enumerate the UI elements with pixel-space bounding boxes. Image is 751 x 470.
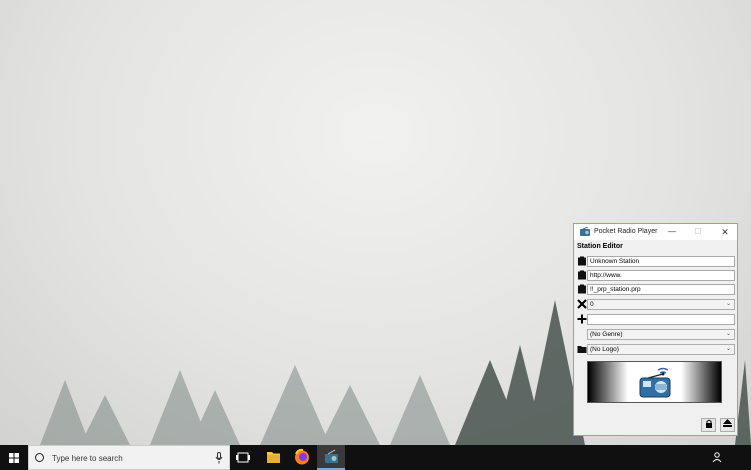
firefox-icon[interactable] [288,445,316,470]
eject-icon [723,419,732,427]
taskbar: Type here to search [0,445,751,470]
lock-icon [705,419,712,428]
search-placeholder: Type here to search [52,454,123,463]
section-title: Station Editor [577,243,623,250]
maximize-button[interactable]: ☐ [690,226,706,238]
station-name-field[interactable]: Unknown Station [587,256,735,267]
clipboard-icon[interactable] [577,270,587,280]
logo-select[interactable]: (No Logo) ⌄ [587,344,735,355]
chevron-down-icon: ⌄ [725,331,731,337]
taskbar-search[interactable]: Type here to search [28,445,230,470]
radio-logo-image [639,367,671,398]
lock-button[interactable] [701,418,716,432]
file-explorer-icon[interactable] [259,445,287,470]
title-bar[interactable]: Pocket Radio Player — ☐ ✕ [574,224,737,240]
number-select[interactable]: 0 ⌄ [587,299,735,310]
station-url-field[interactable]: http://www. [587,270,735,281]
chevron-down-icon: ⌄ [725,301,731,307]
pocket-radio-window: Pocket Radio Player — ☐ ✕ Station Editor… [573,223,738,436]
windows-start-icon[interactable] [0,445,28,470]
close-button[interactable]: ✕ [717,226,733,238]
task-view-icon[interactable] [230,445,258,470]
chevron-down-icon: ⌄ [725,346,731,352]
station-logo-preview [587,361,722,403]
pocket-radio-taskbar-item[interactable] [317,445,345,470]
clipboard-icon[interactable] [577,256,587,266]
window-title: Pocket Radio Player [594,228,658,235]
radio-icon [580,227,590,236]
search-icon [35,453,44,462]
x-icon[interactable] [577,299,587,309]
folder-icon[interactable] [577,344,587,354]
eject-button[interactable] [720,418,735,432]
number-select-value: 0 [590,301,594,308]
genre-select-value: (No Genre) [590,331,623,338]
microphone-icon[interactable] [215,452,223,464]
radio-icon [325,449,338,463]
plus-icon[interactable] [577,314,587,324]
people-icon[interactable] [712,451,724,463]
genre-select[interactable]: (No Genre) ⌄ [587,329,735,340]
add-input[interactable] [587,314,735,325]
clipboard-icon[interactable] [577,284,587,294]
logo-select-value: (No Logo) [590,346,619,353]
minimize-button[interactable]: — [664,226,680,238]
station-file-field[interactable]: !!_prp_station.prp [587,284,735,295]
